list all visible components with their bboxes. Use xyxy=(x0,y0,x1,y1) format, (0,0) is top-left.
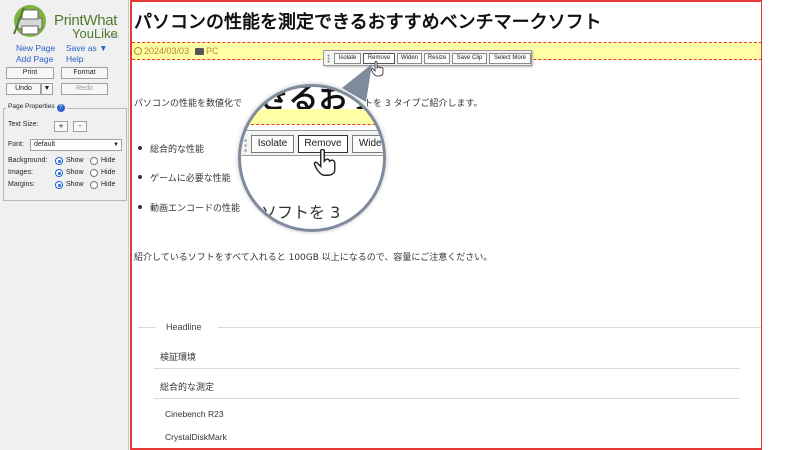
help-link[interactable]: Help xyxy=(66,54,83,64)
sidebar: PrintWhat YouLike .com New Page Save as … xyxy=(0,0,129,450)
bullet-dot xyxy=(138,175,142,179)
toc-item[interactable]: 総合的な測定 xyxy=(160,380,214,393)
new-page-link[interactable]: New Page xyxy=(16,43,55,53)
toc-divider xyxy=(218,327,761,328)
bullet-item: 動画エンコードの性能 xyxy=(150,204,241,214)
images-label: Images: xyxy=(8,169,33,176)
magnified-isolate-button: Isolate xyxy=(251,135,294,153)
undo-button[interactable]: Undo xyxy=(6,83,41,95)
magnified-text-fragment: ソフトを 3 xyxy=(261,203,341,222)
toc-item[interactable]: 検証環境 xyxy=(160,350,196,363)
article-preview[interactable]: パソコンの性能を測定できるおすすめベンチマークソフト 2024/03/03 PC … xyxy=(130,0,762,450)
add-page-link[interactable]: Add Page xyxy=(16,54,53,64)
magnified-widen-button: Widen xyxy=(352,135,383,153)
save-clip-button[interactable]: Save Clip xyxy=(452,53,487,64)
format-button[interactable]: Format xyxy=(61,67,108,79)
undo-menu-button[interactable]: ▼ xyxy=(41,83,53,95)
article-date: 2024/03/03 xyxy=(144,46,190,56)
images-show-radio[interactable] xyxy=(55,169,63,177)
intro-text-left: パソコンの性能を数値化で xyxy=(134,99,243,109)
margins-show-label: Show xyxy=(66,181,84,188)
bullet-dot xyxy=(138,205,142,209)
font-select-value: default xyxy=(34,141,56,148)
toc-subitem[interactable]: CrystalDiskMark xyxy=(165,432,227,442)
background-label: Background: xyxy=(8,157,48,164)
resize-button[interactable]: Resize xyxy=(424,53,450,64)
images-hide-radio[interactable] xyxy=(90,169,98,177)
background-show-label: Show xyxy=(66,157,84,164)
page-properties-title: Page Properties xyxy=(8,103,55,110)
article-title[interactable]: パソコンの性能を測定できるおすすめベンチマークソフト xyxy=(134,8,602,34)
background-show-radio[interactable] xyxy=(55,157,63,165)
redo-button[interactable]: Redo xyxy=(61,83,108,95)
magnifier-callout: きるおす Isolate Remove Widen ソフトを 3 xyxy=(238,84,386,232)
bullet-item: 総合的な性能 xyxy=(150,145,205,155)
text-size-decrease-button[interactable]: - xyxy=(73,121,87,132)
background-hide-radio[interactable] xyxy=(90,157,98,165)
images-show-label: Show xyxy=(66,169,84,176)
text-size-increase-button[interactable]: + xyxy=(54,121,68,132)
page-properties-legend: Page Properties? xyxy=(6,103,67,112)
article-meta: 2024/03/03 PC xyxy=(134,46,219,56)
toc-subitem[interactable]: Cinebench R23 xyxy=(165,409,224,419)
select-more-button[interactable]: Select More xyxy=(489,53,531,64)
print-button[interactable]: Print xyxy=(6,67,54,79)
font-select[interactable]: default ▼ xyxy=(30,139,122,151)
folder-icon xyxy=(195,47,205,55)
toc-divider xyxy=(138,327,156,328)
drag-handle-icon xyxy=(243,138,248,152)
margins-show-radio[interactable] xyxy=(55,181,63,189)
background-hide-label: Hide xyxy=(101,157,116,164)
capacity-note: 紹介しているソフトをすべて入れると 100GB 以上になるので、容量にご注意くだ… xyxy=(134,253,493,263)
logo-text-com: .com xyxy=(108,34,119,40)
margins-label: Margins: xyxy=(8,181,35,188)
margins-hide-radio[interactable] xyxy=(90,181,98,189)
bullet-item: ゲームに必要な性能 xyxy=(150,174,231,184)
margins-hide-label: Hide xyxy=(101,181,116,188)
font-label: Font: xyxy=(8,141,24,148)
save-as-link[interactable]: Save as ▼ xyxy=(66,43,108,53)
text-size-label: Text Size: xyxy=(8,121,39,128)
images-hide-label: Hide xyxy=(101,169,116,176)
toc-heading: Headline xyxy=(166,322,202,332)
clock-icon xyxy=(134,47,142,55)
printer-logo-icon xyxy=(13,5,46,37)
magnified-highlight xyxy=(241,109,383,125)
help-icon[interactable]: ? xyxy=(56,104,65,112)
logo: PrintWhat YouLike .com xyxy=(10,4,125,41)
chevron-down-icon: ▼ xyxy=(113,142,119,148)
hand-cursor-icon xyxy=(313,149,336,176)
article-category: PC xyxy=(206,46,219,56)
toc-row-divider xyxy=(154,398,740,399)
bullet-dot xyxy=(138,146,142,150)
toc-row-divider xyxy=(154,368,740,369)
